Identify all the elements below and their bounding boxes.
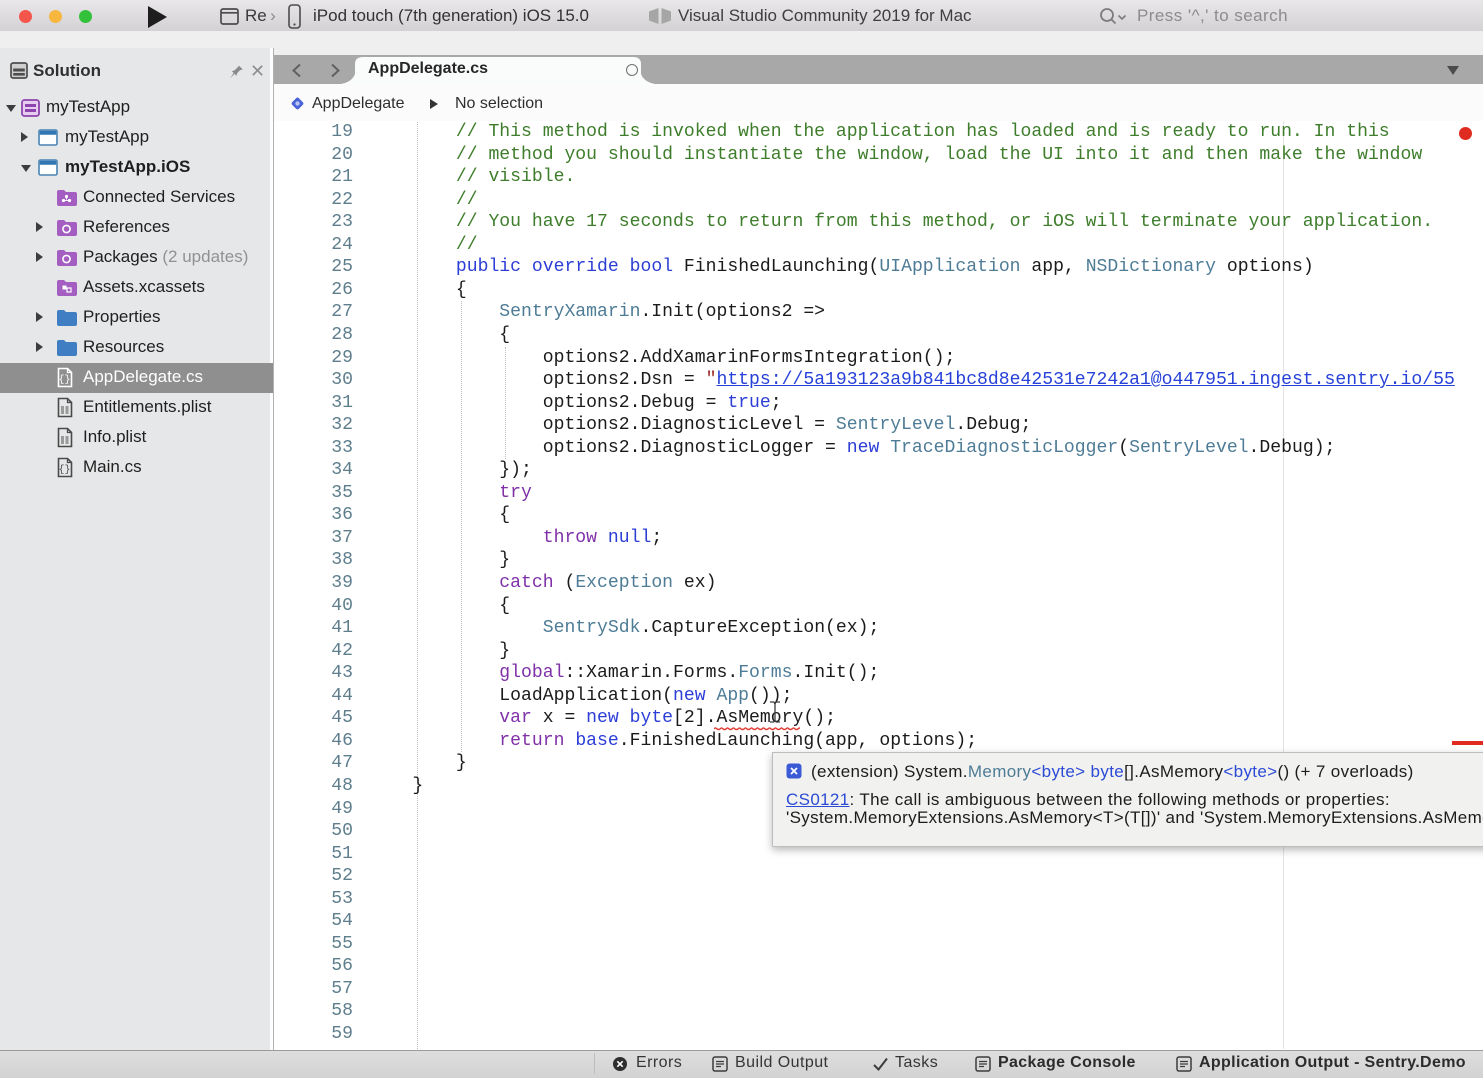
svg-text:{}: {} <box>58 374 70 386</box>
svg-text:{}: {} <box>58 464 70 476</box>
